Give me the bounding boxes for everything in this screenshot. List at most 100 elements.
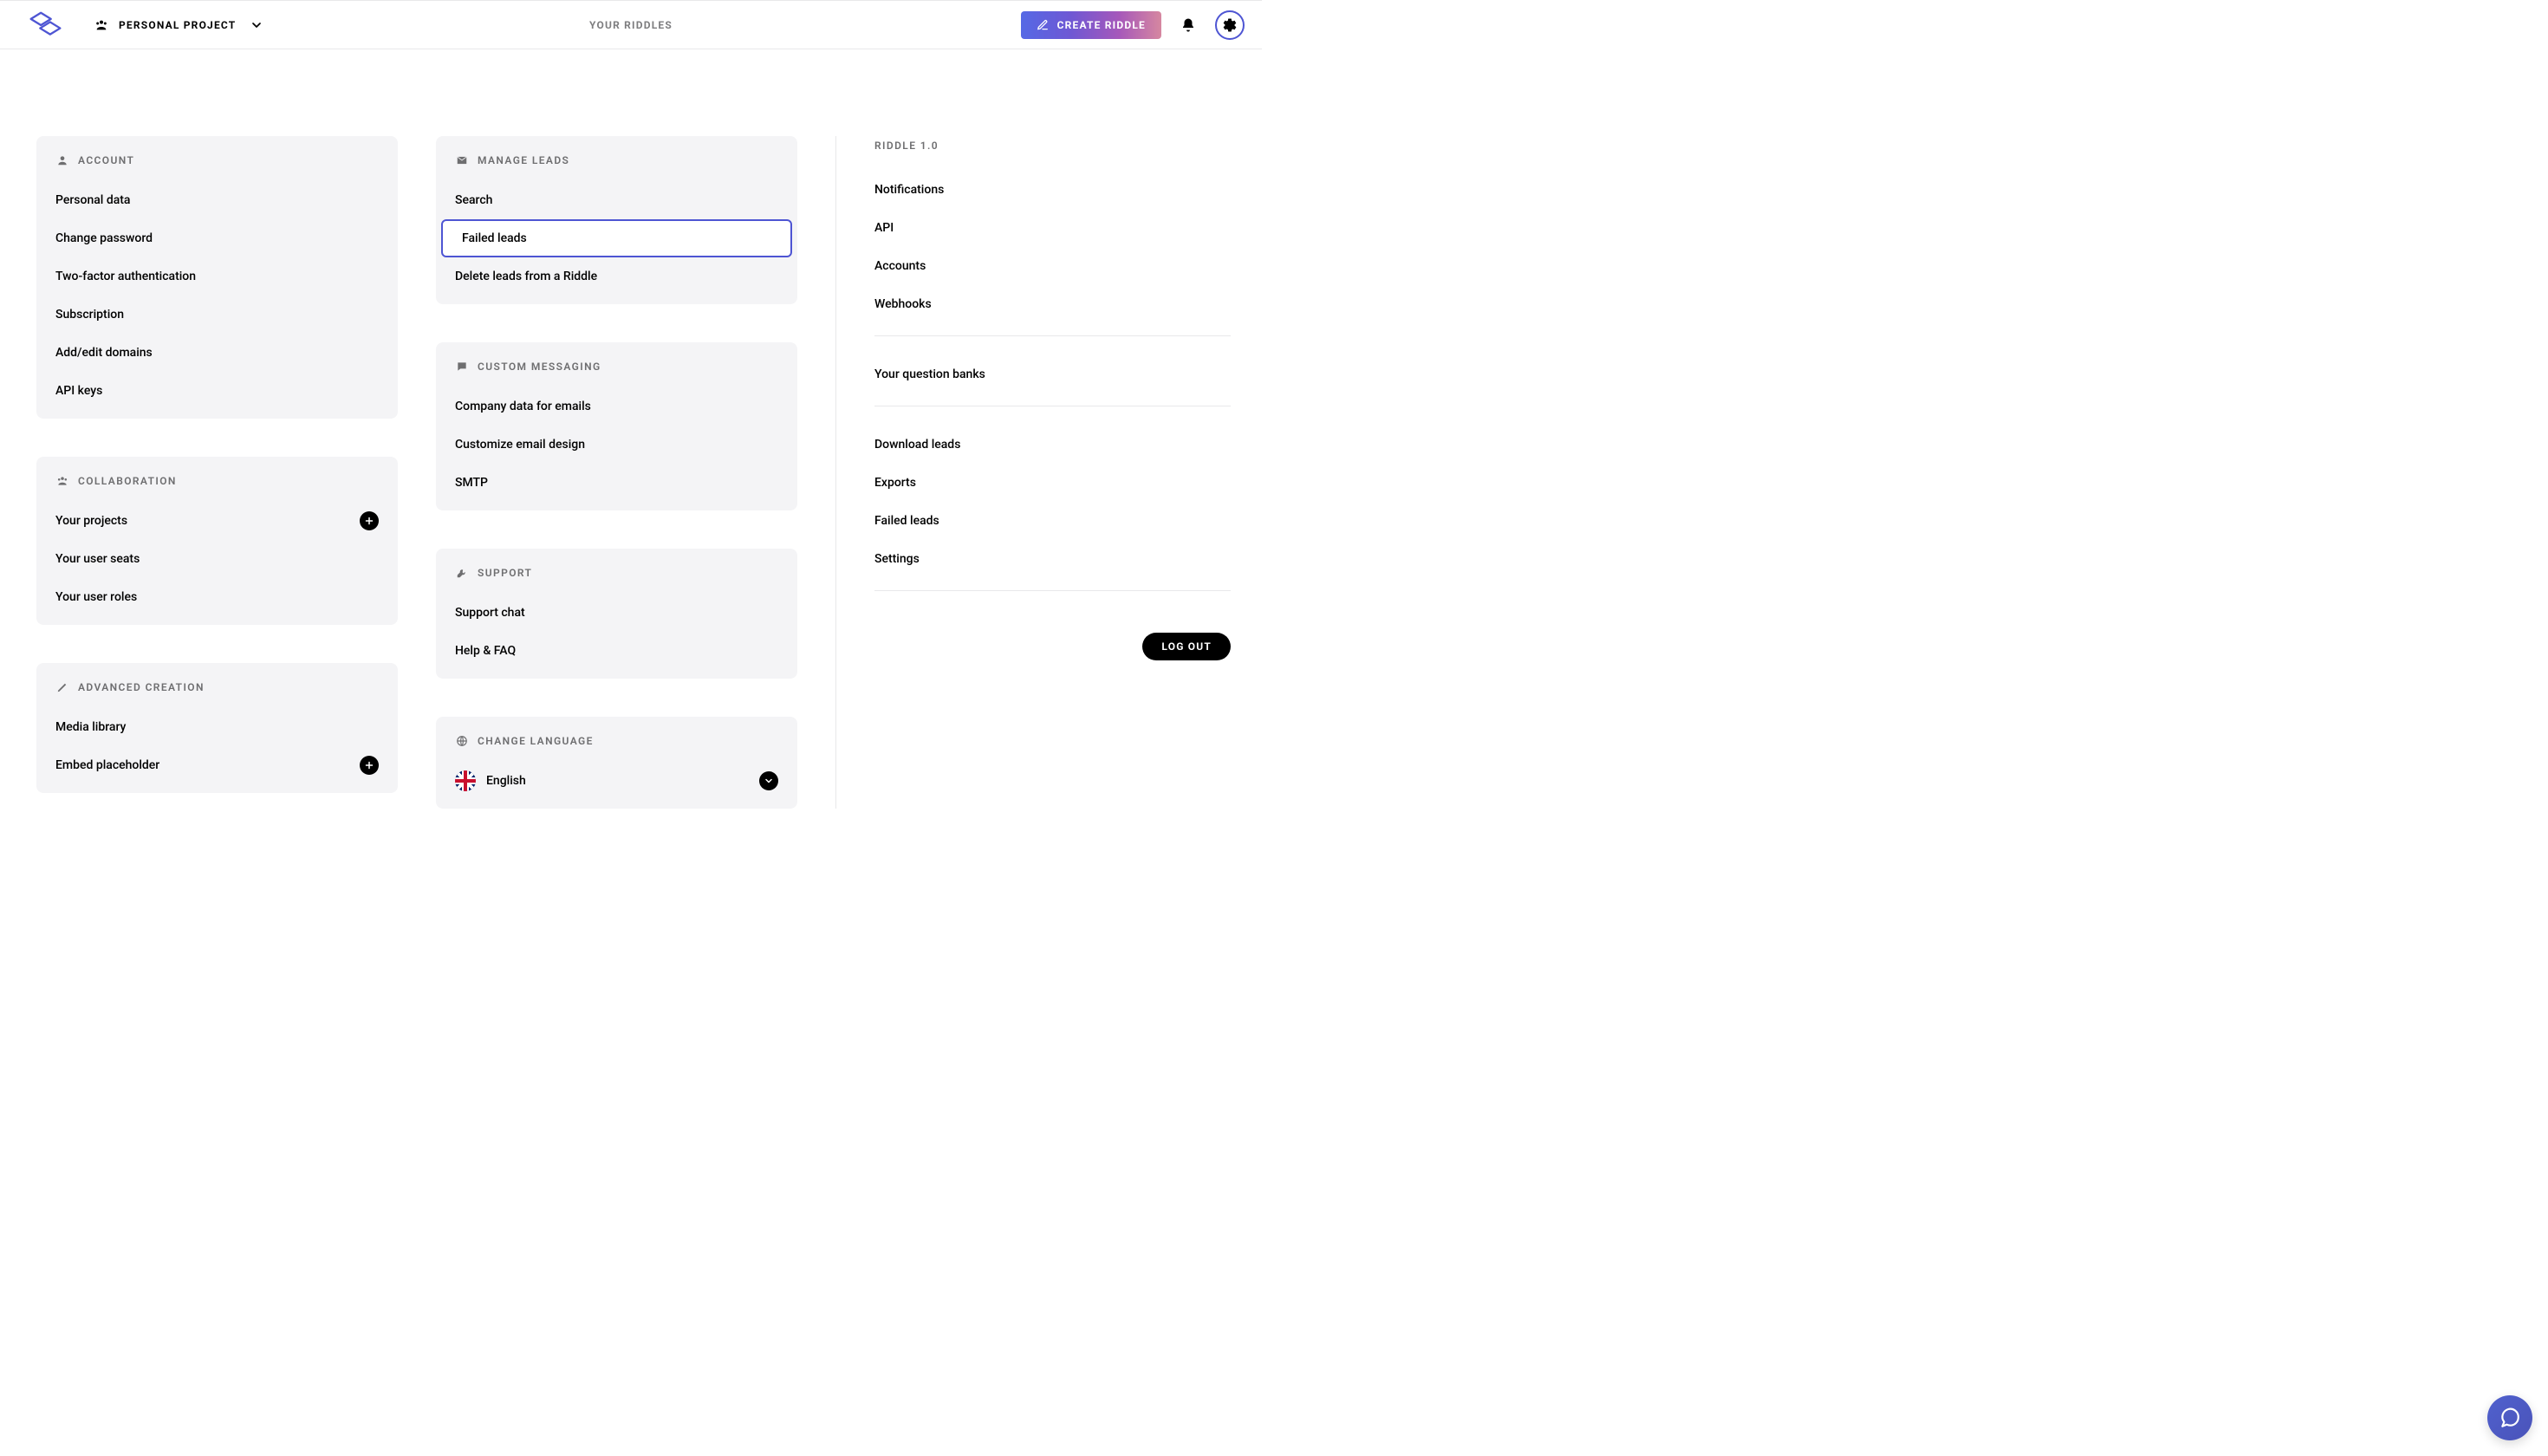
item-label: Personal data bbox=[55, 193, 130, 207]
expand-language-button[interactable] bbox=[759, 771, 778, 790]
gear-icon bbox=[1222, 17, 1238, 33]
item-failed-leads-wrap: Failed leads bbox=[436, 219, 797, 257]
collaboration-header: COLLABORATION bbox=[36, 474, 398, 502]
wrench-icon bbox=[455, 566, 469, 580]
item-label: Delete leads from a Riddle bbox=[455, 270, 597, 283]
item-media-library[interactable]: Media library bbox=[36, 708, 398, 746]
top-right: CREATE RIDDLE bbox=[1021, 10, 1245, 40]
item-smtp[interactable]: SMTP bbox=[436, 464, 797, 502]
chat-fab[interactable] bbox=[2487, 1395, 2532, 1440]
item-label: Subscription bbox=[55, 308, 124, 322]
collaboration-title: COLLABORATION bbox=[78, 475, 177, 487]
advanced-header: ADVANCED CREATION bbox=[36, 680, 398, 708]
settings-button[interactable] bbox=[1215, 10, 1245, 40]
item-label: Company data for emails bbox=[455, 400, 591, 413]
item-label: Failed leads bbox=[874, 514, 939, 528]
leads-title: MANAGE LEADS bbox=[478, 154, 569, 166]
page-title: YOUR RIDDLES bbox=[589, 19, 673, 31]
r-download-leads[interactable]: Download leads bbox=[874, 426, 1231, 464]
support-header: SUPPORT bbox=[436, 566, 797, 594]
r-question-banks[interactable]: Your question banks bbox=[874, 355, 1231, 393]
item-personal-data[interactable]: Personal data bbox=[36, 181, 398, 219]
account-title: ACCOUNT bbox=[78, 154, 134, 166]
create-riddle-label: CREATE RIDDLE bbox=[1057, 19, 1146, 31]
support-title: SUPPORT bbox=[478, 567, 532, 579]
logout-label: LOG OUT bbox=[1161, 640, 1212, 653]
mail-icon bbox=[455, 153, 469, 167]
r-failed-leads[interactable]: Failed leads bbox=[874, 502, 1231, 540]
item-user-seats[interactable]: Your user seats bbox=[36, 540, 398, 578]
item-label: Search bbox=[455, 193, 492, 207]
team-switcher[interactable]: PERSONAL PROJECT bbox=[94, 18, 263, 32]
item-delete-leads[interactable]: Delete leads from a Riddle bbox=[436, 257, 797, 296]
r-accounts[interactable]: Accounts bbox=[874, 247, 1231, 285]
divider bbox=[874, 335, 1231, 336]
add-placeholder-button[interactable] bbox=[360, 756, 379, 775]
item-support-chat[interactable]: Support chat bbox=[436, 594, 797, 632]
user-icon bbox=[55, 153, 69, 167]
item-your-projects[interactable]: Your projects bbox=[36, 502, 398, 540]
top-bar: PERSONAL PROJECT YOUR RIDDLES CREATE RID… bbox=[0, 0, 1262, 49]
item-label: SMTP bbox=[455, 476, 488, 490]
leads-header: MANAGE LEADS bbox=[436, 153, 797, 181]
item-company-data-emails[interactable]: Company data for emails bbox=[436, 387, 797, 426]
r-api[interactable]: API bbox=[874, 209, 1231, 247]
messaging-title: CUSTOM MESSAGING bbox=[478, 361, 601, 373]
settings-page: ACCOUNT Personal data Change password Tw… bbox=[0, 49, 1262, 843]
item-customize-email[interactable]: Customize email design bbox=[436, 426, 797, 464]
item-label: Two-factor authentication bbox=[55, 270, 196, 283]
item-label: Media library bbox=[55, 720, 126, 734]
r-webhooks[interactable]: Webhooks bbox=[874, 285, 1231, 323]
item-label: Notifications bbox=[874, 183, 944, 197]
account-header: ACCOUNT bbox=[36, 153, 398, 181]
team-icon bbox=[94, 18, 108, 32]
flag-uk-icon bbox=[455, 770, 476, 791]
create-riddle-button[interactable]: CREATE RIDDLE bbox=[1021, 11, 1161, 39]
team-icon bbox=[55, 474, 69, 488]
item-label: Embed placeholder bbox=[55, 758, 159, 772]
item-failed-leads[interactable]: Failed leads bbox=[441, 219, 792, 257]
item-user-roles[interactable]: Your user roles bbox=[36, 578, 398, 616]
plus-icon bbox=[364, 760, 374, 770]
messaging-header: CUSTOM MESSAGING bbox=[436, 360, 797, 387]
item-two-factor[interactable]: Two-factor authentication bbox=[36, 257, 398, 296]
item-label: Settings bbox=[874, 552, 920, 566]
settings-col-middle: MANAGE LEADS Search Failed leads Delete … bbox=[436, 136, 797, 809]
account-card: ACCOUNT Personal data Change password Tw… bbox=[36, 136, 398, 419]
messaging-card: CUSTOM MESSAGING Company data for emails… bbox=[436, 342, 797, 510]
settings-col-left: ACCOUNT Personal data Change password Tw… bbox=[36, 136, 398, 809]
language-header: CHANGE LANGUAGE bbox=[436, 734, 797, 762]
item-embed-placeholder[interactable]: Embed placeholder bbox=[36, 746, 398, 784]
item-label: Your user roles bbox=[55, 590, 137, 604]
item-search-leads[interactable]: Search bbox=[436, 181, 797, 219]
item-label: API keys bbox=[55, 384, 102, 398]
item-label: Your question banks bbox=[874, 367, 985, 381]
item-label: Support chat bbox=[455, 606, 525, 620]
notifications-button[interactable] bbox=[1173, 10, 1203, 40]
r-exports[interactable]: Exports bbox=[874, 464, 1231, 502]
settings-col-right: RIDDLE 1.0 Notifications API Accounts We… bbox=[835, 136, 1231, 809]
support-card: SUPPORT Support chat Help & FAQ bbox=[436, 549, 797, 679]
item-subscription[interactable]: Subscription bbox=[36, 296, 398, 334]
item-label: Download leads bbox=[874, 438, 960, 452]
logo[interactable] bbox=[26, 11, 65, 39]
item-help-faq[interactable]: Help & FAQ bbox=[436, 632, 797, 670]
item-label: Change password bbox=[55, 231, 153, 245]
item-label: Add/edit domains bbox=[55, 346, 153, 360]
leads-card: MANAGE LEADS Search Failed leads Delete … bbox=[436, 136, 797, 304]
advanced-title: ADVANCED CREATION bbox=[78, 681, 205, 693]
r-settings[interactable]: Settings bbox=[874, 540, 1231, 578]
item-label: Exports bbox=[874, 476, 916, 490]
item-api-keys[interactable]: API keys bbox=[36, 372, 398, 410]
r-notifications[interactable]: Notifications bbox=[874, 171, 1231, 209]
item-domains[interactable]: Add/edit domains bbox=[36, 334, 398, 372]
item-label: Customize email design bbox=[455, 438, 585, 452]
logout-button[interactable]: LOG OUT bbox=[1142, 633, 1231, 660]
chevron-down-icon bbox=[764, 776, 774, 786]
item-change-password[interactable]: Change password bbox=[36, 219, 398, 257]
add-project-button[interactable] bbox=[360, 511, 379, 530]
bell-icon bbox=[1180, 17, 1196, 33]
speech-bubble-icon bbox=[455, 360, 469, 374]
item-label: Your user seats bbox=[55, 552, 140, 566]
item-language-select[interactable]: English bbox=[436, 762, 797, 800]
